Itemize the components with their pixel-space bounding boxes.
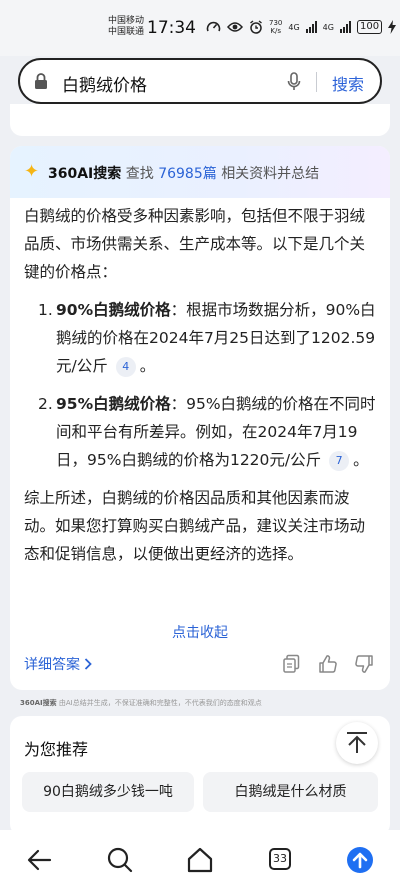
list-item-heading: 95%白鹅绒价格 [56,395,171,413]
status-bar: 中国移动 中国联通 17:34 730 K/s 4G 4G 100 [0,0,400,56]
search-button[interactable]: 搜索 [332,71,364,95]
network-speed: 730 K/s [269,19,282,35]
back-to-top-button[interactable] [336,722,378,764]
ai-disclaimer: 360AI搜索 由AI总结并生成，不保证准确和完整性，不代表我们的态度和观点 [20,698,262,708]
eye-icon [227,22,243,32]
carrier-1: 中国移动 [108,16,145,26]
status-time: 17:34 [147,18,196,38]
ai-answer-title: 360AI搜索 查找 76985篇 相关资料并总结 [48,163,319,183]
ai-title-suffix: 相关资料并总结 [221,166,320,182]
home-icon[interactable] [185,845,215,875]
search-divider [316,72,317,92]
bottom-nav: 33 [0,830,400,888]
list-item-tail: 。 [139,357,156,375]
disclaimer-brand: 360AI搜索 [20,699,57,707]
arrow-up-icon [347,732,367,753]
back-arrow-icon[interactable] [25,845,55,875]
list-item-number: 2. [38,395,53,413]
disclaimer-text: 由AI总结并生成，不保证准确和完整性，不代表我们的态度和观点 [58,699,262,707]
citation-badge[interactable]: 7 [329,450,350,471]
microphone-icon[interactable] [287,72,301,92]
status-icons: 730 K/s 4G 4G 100 [206,19,397,35]
net-type-2: 4G [322,22,334,32]
list-item: 2. 95%白鹅绒价格：95%白鹅绒的价格在不同时间和平台有所差异。例如，在20… [24,390,378,474]
recommend-chip[interactable]: 白鹅绒是什么材质 [203,772,378,812]
price-list: 1. 90%白鹅绒价格：根据市场数据分析，90%白鹅绒的价格在2024年7月25… [24,296,378,474]
ai-summary: 综上所述，白鹅绒的价格因品质和其他因素而波动。如果您打算购买白鹅绒产品，建议关注… [24,489,366,563]
carrier-2: 中国联通 [108,27,145,37]
alarm-icon [250,20,262,34]
thumbs-up-icon[interactable] [318,654,338,674]
recommend-card: 为您推荐 90白鹅绒多少钱一吨 白鹅绒是什么材质 [10,716,390,836]
search-bar[interactable]: 白鹅绒价格 搜索 [18,58,382,104]
charging-icon [388,20,397,34]
carrier-info: 中国移动 中国联通 [108,16,144,38]
lock-icon [35,73,47,89]
list-item-tail: 。 [353,451,369,469]
speed-unit: K/s [270,27,281,35]
net-type-1: 4G [288,22,300,32]
search-input[interactable]: 白鹅绒价格 [62,71,147,96]
ai-find-label: 查找 [125,166,154,182]
copy-icon[interactable] [281,654,301,674]
list-item-heading: 90%白鹅绒价格 [56,301,171,319]
detail-answer-link[interactable]: 详细答案 [24,654,93,674]
thumbs-down-icon[interactable] [354,654,374,674]
speedometer-icon [206,21,221,32]
detail-answer-label: 详细答案 [24,657,80,673]
ai-answer-header: ✦ 360AI搜索 查找 76985篇 相关资料并总结 [10,146,390,198]
ai-answer-body: 白鹅绒的价格受多种因素影响，包括但不限于羽绒品质、市场供需关系、生产成本等。以下… [24,198,378,568]
signal-icon [305,21,317,33]
chevron-right-icon [85,658,93,670]
scroll-top-home-icon[interactable] [345,845,375,875]
recommend-title: 为您推荐 [24,740,89,759]
ai-brand: 360AI搜索 [48,166,122,182]
list-item-number: 1. [38,301,53,319]
search-icon[interactable] [105,845,135,875]
previous-result-card [10,104,390,136]
ai-source-count[interactable]: 76985篇 [158,166,217,182]
tabs-count: 33 [269,848,291,870]
citation-badge[interactable]: 4 [115,356,136,377]
signal-icon [339,21,351,33]
recommend-chip[interactable]: 90白鹅绒多少钱一吨 [22,772,194,812]
list-item: 1. 90%白鹅绒价格：根据市场数据分析，90%白鹅绒的价格在2024年7月25… [24,296,378,380]
battery-indicator: 100 [356,20,383,34]
speed-value: 730 [269,19,283,27]
tabs-button[interactable]: 33 [265,845,295,875]
sparkle-icon: ✦ [24,161,40,182]
ai-answer-card: ✦ 360AI搜索 查找 76985篇 相关资料并总结 白鹅绒的价格受多种因素影… [10,146,390,690]
collapse-button[interactable]: 点击收起 [10,622,390,642]
ai-intro: 白鹅绒的价格受多种因素影响，包括但不限于羽绒品质、市场供需关系、生产成本等。以下… [24,207,366,281]
